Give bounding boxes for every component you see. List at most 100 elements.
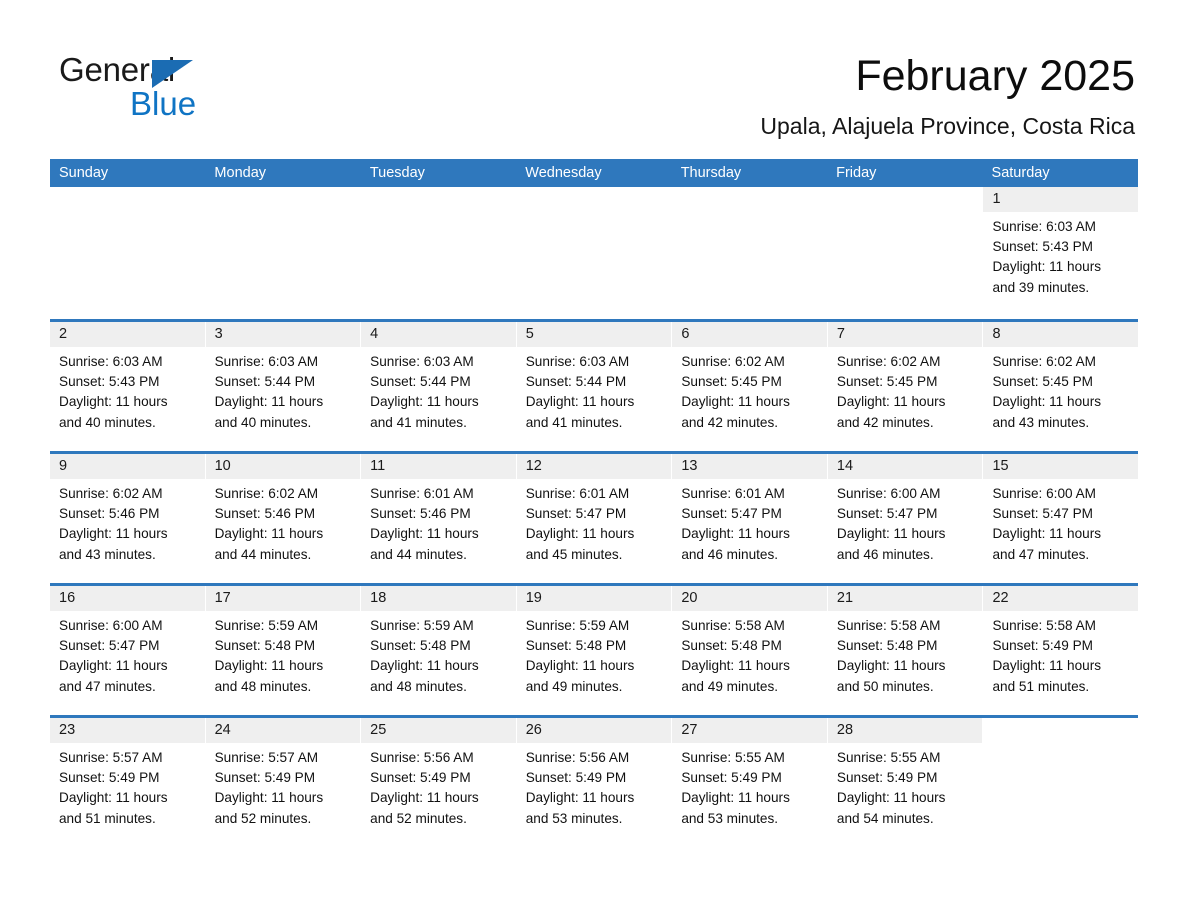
day-number: 9	[59, 458, 68, 474]
daylight-text: Daylight: 11 hours	[214, 394, 324, 410]
sunset-text: Sunset: 5:48 PM	[214, 638, 316, 654]
daylight-text: and 47 minutes.	[59, 678, 156, 694]
day-number-band: 13	[672, 454, 827, 479]
sunset-text: Sunset: 5:49 PM	[525, 770, 627, 786]
calendar-week-row: 16 Sunrise: 6:00 AM Sunset: 5:47 PM Dayligh…	[50, 583, 1139, 715]
day-number: 18	[370, 590, 387, 606]
day-cell-empty	[50, 187, 206, 319]
page-title: February 2025	[855, 52, 1135, 100]
daylight-text: and 52 minutes.	[214, 810, 312, 826]
daylight-text: Daylight: 11 hours	[214, 526, 324, 542]
sunset-text: Sunset: 5:44 PM	[214, 374, 316, 390]
sunrise-text: Sunrise: 6:02 AM	[992, 354, 1096, 369]
day-cell-23[interactable]: 23 Sunrise: 5:57 AM Sunset: 5:49 PM Dayligh…	[50, 718, 206, 847]
daylight-text: Daylight: 11 hours	[836, 658, 946, 674]
day-details: Sunrise: 6:00 AM Sunset: 5:47 PM Daylight:…	[983, 479, 1139, 583]
day-cell-4[interactable]: 4 Sunrise: 6:03 AM Sunset: 5:44 PM Daylight…	[361, 322, 517, 451]
day-details	[516, 212, 672, 316]
daylight-text: Daylight: 11 hours	[992, 658, 1102, 674]
sunset-text: Sunset: 5:44 PM	[525, 374, 627, 390]
daylight-text: and 44 minutes.	[370, 546, 467, 562]
day-cell-15[interactable]: 15 Sunrise: 6:00 AM Sunset: 5:47 PM Dayligh…	[983, 454, 1139, 583]
day-cell-17[interactable]: 17 Sunrise: 5:59 AM Sunset: 5:48 PM Dayligh…	[205, 586, 362, 715]
day-details	[361, 212, 516, 316]
daylight-text: and 41 minutes.	[370, 414, 467, 430]
daylight-text: Daylight: 11 hours	[836, 526, 946, 542]
daylight-text: Daylight: 11 hours	[525, 658, 635, 674]
daylight-text: and 44 minutes.	[214, 546, 312, 562]
day-number: 20	[681, 590, 698, 606]
day-cell-6[interactable]: 6 Sunrise: 6:02 AM Sunset: 5:45 PM Daylight…	[672, 322, 828, 451]
calendar-week-row: 2 Sunrise: 6:03 AM Sunset: 5:43 PM Daylight…	[50, 319, 1139, 451]
day-cell-3[interactable]: 3 Sunrise: 6:03 AM Sunset: 5:44 PM Daylight…	[205, 322, 362, 451]
day-number-band: 15	[983, 454, 1139, 479]
day-number-band: 24	[205, 718, 361, 743]
day-details: Sunrise: 5:59 AM Sunset: 5:48 PM Daylight:…	[516, 611, 672, 715]
day-cell-27[interactable]: 27 Sunrise: 5:55 AM Sunset: 5:49 PM Dayligh…	[672, 718, 828, 847]
day-cell-9[interactable]: 9 Sunrise: 6:02 AM Sunset: 5:46 PM Daylight…	[50, 454, 206, 583]
day-details	[983, 743, 1139, 847]
day-number-band: 11	[361, 454, 516, 479]
sunset-text: Sunset: 5:45 PM	[836, 374, 938, 390]
day-details: Sunrise: 6:02 AM Sunset: 5:45 PM Daylight:…	[827, 347, 983, 451]
day-cell-14[interactable]: 14 Sunrise: 6:00 AM Sunset: 5:47 PM Dayligh…	[827, 454, 984, 583]
day-cell-28[interactable]: 28 Sunrise: 5:55 AM Sunset: 5:49 PM Dayligh…	[827, 718, 984, 847]
day-number: 7	[836, 326, 845, 342]
daylight-text: Daylight: 11 hours	[370, 658, 479, 674]
daylight-text: and 52 minutes.	[370, 810, 467, 826]
daylight-text: Daylight: 11 hours	[681, 658, 790, 674]
daylight-text: and 42 minutes.	[681, 414, 779, 430]
day-number-band: 1	[983, 187, 1139, 212]
day-cell-5[interactable]: 5 Sunrise: 6:03 AM Sunset: 5:44 PM Daylight…	[516, 322, 673, 451]
day-cell-2[interactable]: 2 Sunrise: 6:03 AM Sunset: 5:43 PM Daylight…	[50, 322, 206, 451]
day-number-band: 22	[983, 586, 1139, 611]
sunrise-text: Sunrise: 5:59 AM	[370, 618, 474, 633]
day-details: Sunrise: 6:02 AM Sunset: 5:45 PM Daylight:…	[983, 347, 1139, 451]
day-details: Sunrise: 6:02 AM Sunset: 5:46 PM Daylight:…	[50, 479, 205, 583]
day-cell-12[interactable]: 12 Sunrise: 6:01 AM Sunset: 5:47 PM Dayligh…	[516, 454, 673, 583]
generalblue-logo[interactable]: General Blue	[59, 52, 379, 132]
daylight-text: Daylight: 11 hours	[681, 790, 790, 806]
sunrise-text: Sunrise: 5:59 AM	[214, 618, 319, 633]
sunset-text: Sunset: 5:47 PM	[836, 506, 938, 522]
daylight-text: Daylight: 11 hours	[214, 658, 324, 674]
day-cell-1[interactable]: 1 Sunrise: 6:03 AM Sunset: 5:43 PM Daylight…	[983, 187, 1139, 319]
day-cell-18[interactable]: 18 Sunrise: 5:59 AM Sunset: 5:48 PM Dayligh…	[361, 586, 517, 715]
sunrise-text: Sunrise: 5:56 AM	[525, 750, 630, 765]
day-cell-21[interactable]: 21 Sunrise: 5:58 AM Sunset: 5:48 PM Dayligh…	[827, 586, 984, 715]
calendar-grid: Sunday Monday Tuesday Wednesday Thursday Frid…	[50, 159, 1139, 847]
day-number-band: 20	[672, 586, 827, 611]
day-cell-10[interactable]: 10 Sunrise: 6:02 AM Sunset: 5:46 PM Dayligh…	[205, 454, 362, 583]
day-cell-25[interactable]: 25 Sunrise: 5:56 AM Sunset: 5:49 PM Dayligh…	[361, 718, 517, 847]
day-details	[50, 212, 205, 316]
daylight-text: and 51 minutes.	[59, 810, 156, 826]
day-number-band: 7	[827, 322, 983, 347]
day-number: 13	[681, 458, 698, 474]
day-cell-20[interactable]: 20 Sunrise: 5:58 AM Sunset: 5:48 PM Dayligh…	[672, 586, 828, 715]
day-cell-7[interactable]: 7 Sunrise: 6:02 AM Sunset: 5:45 PM Daylight…	[827, 322, 984, 451]
day-cell-11[interactable]: 11 Sunrise: 6:01 AM Sunset: 5:46 PM Dayligh…	[361, 454, 517, 583]
day-cell-16[interactable]: 16 Sunrise: 6:00 AM Sunset: 5:47 PM Dayligh…	[50, 586, 206, 715]
day-cell-19[interactable]: 19 Sunrise: 5:59 AM Sunset: 5:48 PM Dayligh…	[516, 586, 673, 715]
day-number-band: 25	[361, 718, 516, 743]
day-cell-26[interactable]: 26 Sunrise: 5:56 AM Sunset: 5:49 PM Dayligh…	[516, 718, 673, 847]
sunset-text: Sunset: 5:49 PM	[370, 770, 471, 786]
day-cell-8[interactable]: 8 Sunrise: 6:02 AM Sunset: 5:45 PM Daylight…	[983, 322, 1139, 451]
sunset-text: Sunset: 5:48 PM	[681, 638, 782, 654]
sunset-text: Sunset: 5:48 PM	[370, 638, 471, 654]
day-cell-24[interactable]: 24 Sunrise: 5:57 AM Sunset: 5:49 PM Dayligh…	[205, 718, 362, 847]
daylight-text: and 46 minutes.	[836, 546, 934, 562]
day-cell-13[interactable]: 13 Sunrise: 6:01 AM Sunset: 5:47 PM Dayligh…	[672, 454, 828, 583]
title-block: February 2025 Upala, Alajuela Province, …	[760, 50, 1135, 140]
weekday-header-sunday: Sunday	[59, 165, 109, 181]
sunset-text: Sunset: 5:47 PM	[525, 506, 627, 522]
day-details: Sunrise: 6:03 AM Sunset: 5:44 PM Daylight:…	[516, 347, 672, 451]
daylight-text: Daylight: 11 hours	[992, 526, 1102, 542]
calendar-weeks: 1 Sunrise: 6:03 AM Sunset: 5:43 PM Daylight…	[50, 187, 1139, 847]
daylight-text: Daylight: 11 hours	[525, 790, 635, 806]
day-details: Sunrise: 5:58 AM Sunset: 5:49 PM Daylight:…	[983, 611, 1139, 715]
sunrise-text: Sunrise: 6:02 AM	[681, 354, 785, 369]
sunrise-text: Sunrise: 5:58 AM	[681, 618, 785, 633]
location-subtitle: Upala, Alajuela Province, Costa Rica	[760, 113, 1135, 139]
day-cell-22[interactable]: 22 Sunrise: 5:58 AM Sunset: 5:49 PM Dayligh…	[983, 586, 1139, 715]
